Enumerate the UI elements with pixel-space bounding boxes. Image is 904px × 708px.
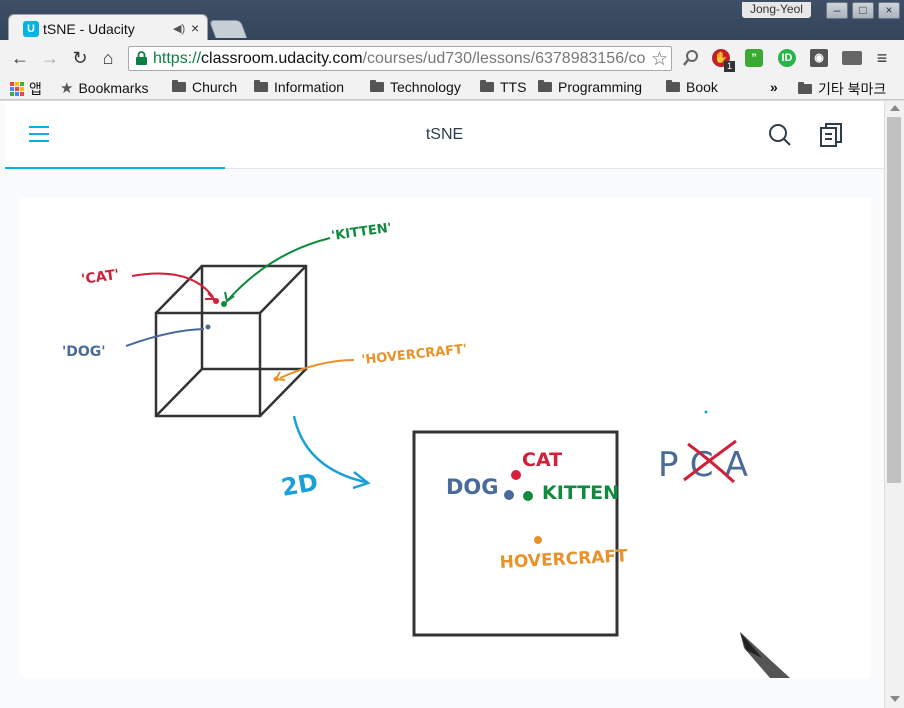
tab-strip: Jong-Yeol – □ × U tSNE - Udacity ◀) ×: [0, 0, 904, 42]
folder-icon: [172, 80, 186, 92]
lock-icon: [136, 51, 147, 65]
stylus-icon: [740, 632, 790, 678]
kitten-point-2d: [523, 491, 533, 501]
bookmark-technology[interactable]: Technology: [370, 79, 461, 95]
bookmark-star-icon[interactable]: ☆: [648, 48, 668, 70]
profile-button[interactable]: Jong-Yeol: [742, 2, 811, 18]
cat-label-2d: CAT: [522, 449, 562, 471]
folder-icon: [538, 80, 552, 92]
lesson-header: tSNE: [5, 101, 884, 169]
lesson-video[interactable]: 'CAT' 'KITTEN' 'DOG' 'HOVERCRAFT' 2D CAT…: [20, 198, 870, 678]
folder-icon: [480, 80, 494, 92]
bookmark-bookmarks[interactable]: ★ Bookmarks: [60, 79, 148, 97]
tab-title: tSNE - Udacity: [43, 21, 135, 37]
hovercraft-label-2d: HOVERCRAFT: [499, 546, 628, 573]
bookmark-tts[interactable]: TTS: [480, 79, 526, 95]
dog-label-3d: 'DOG': [62, 344, 106, 360]
hovercraft-point-2d: [534, 536, 542, 544]
plot-2d-frame: [412, 430, 619, 637]
cat-point-2d: [511, 470, 521, 480]
udacity-favicon-icon: U: [23, 21, 39, 37]
dog-point-3d: [205, 324, 211, 330]
bookmark-programming[interactable]: Programming: [538, 79, 642, 95]
kitten-arrow: [227, 237, 331, 301]
bookmark-information[interactable]: Information: [254, 79, 344, 95]
bookmark-church[interactable]: Church: [172, 79, 237, 95]
whiteboard-drawing: 'CAT' 'KITTEN' 'DOG' 'HOVERCRAFT' 2D CAT…: [62, 221, 790, 678]
scroll-down-arrow-icon[interactable]: [890, 696, 900, 702]
folder-icon: [666, 80, 680, 92]
close-window-button[interactable]: ×: [878, 2, 900, 19]
page-content: tSNE 'CAT' 'KITTEN' 'DOG' 'HOVERCRAFT' 2…: [0, 101, 904, 708]
address-bar[interactable]: https://classroom.udacity.com/courses/ud…: [128, 46, 672, 71]
dog-arrow: [125, 328, 205, 347]
back-arrow-icon[interactable]: ←: [10, 48, 30, 68]
maximize-button[interactable]: □: [852, 2, 874, 19]
media-extension-icon[interactable]: [842, 51, 862, 65]
scrollbar-thumb[interactable]: [887, 117, 901, 483]
reload-icon[interactable]: ↻: [70, 48, 90, 68]
page-title: tSNE: [425, 126, 464, 143]
dog-point-2d: [504, 490, 514, 500]
bookmarks-bar: 앱 ★ Bookmarks Church Information Technol…: [0, 76, 904, 100]
kitten-arrowhead: [224, 291, 235, 303]
new-tab-button[interactable]: [208, 20, 248, 38]
2d-label: 2D: [279, 468, 320, 502]
close-tab-icon[interactable]: ×: [191, 20, 199, 36]
tab-tsne[interactable]: U tSNE - Udacity ◀) ×: [8, 14, 208, 42]
lesson-progress-bar: [5, 167, 225, 169]
cube-3d: [154, 264, 308, 418]
cat-label-3d: 'CAT': [80, 267, 120, 288]
bookmarks-overflow-button[interactable]: »: [770, 79, 778, 95]
page-scrollbar[interactable]: [884, 101, 904, 708]
notes-icon[interactable]: [820, 123, 842, 147]
speaker-icon[interactable]: ◀): [173, 22, 185, 35]
magnifier-extension-icon[interactable]: [682, 49, 700, 67]
folder-icon: [370, 80, 384, 92]
kitten-label-3d: 'KITTEN': [330, 221, 392, 244]
id-extension-icon[interactable]: ID: [778, 49, 796, 67]
dog-label-2d: DOG: [446, 475, 499, 499]
kitten-point-3d: [221, 301, 227, 307]
extension-badge: 1: [724, 61, 735, 72]
folder-icon: [798, 82, 812, 94]
pen-dot: [704, 410, 708, 414]
home-icon[interactable]: ⌂: [98, 48, 118, 68]
folder-icon: [254, 80, 268, 92]
browser-window: Jong-Yeol – □ × U tSNE - Udacity ◀) × ← …: [0, 0, 904, 708]
quote-extension-icon[interactable]: ”: [745, 49, 763, 67]
star-icon: ★: [60, 80, 74, 97]
chrome-menu-icon[interactable]: ≡: [872, 48, 892, 68]
kitten-label-2d: KITTEN: [542, 482, 619, 504]
browser-toolbar: ← → ↻ ⌂ https://classroom.udacity.com/co…: [0, 40, 904, 76]
url-text: https://classroom.udacity.com/courses/ud…: [153, 50, 646, 67]
other-bookmarks[interactable]: 기타 북마크: [798, 79, 886, 99]
search-icon[interactable]: [768, 123, 792, 147]
bookmark-book[interactable]: Book: [666, 79, 718, 95]
apps-shortcut[interactable]: 앱: [10, 79, 42, 99]
camera-extension-icon[interactable]: ◉: [810, 49, 828, 67]
hovercraft-label-3d: 'HOVERCRAFT': [361, 342, 468, 368]
scroll-up-arrow-icon[interactable]: [890, 105, 900, 111]
forward-arrow-icon[interactable]: →: [40, 48, 60, 68]
apps-grid-icon: [10, 82, 24, 96]
minimize-button[interactable]: –: [826, 2, 848, 19]
